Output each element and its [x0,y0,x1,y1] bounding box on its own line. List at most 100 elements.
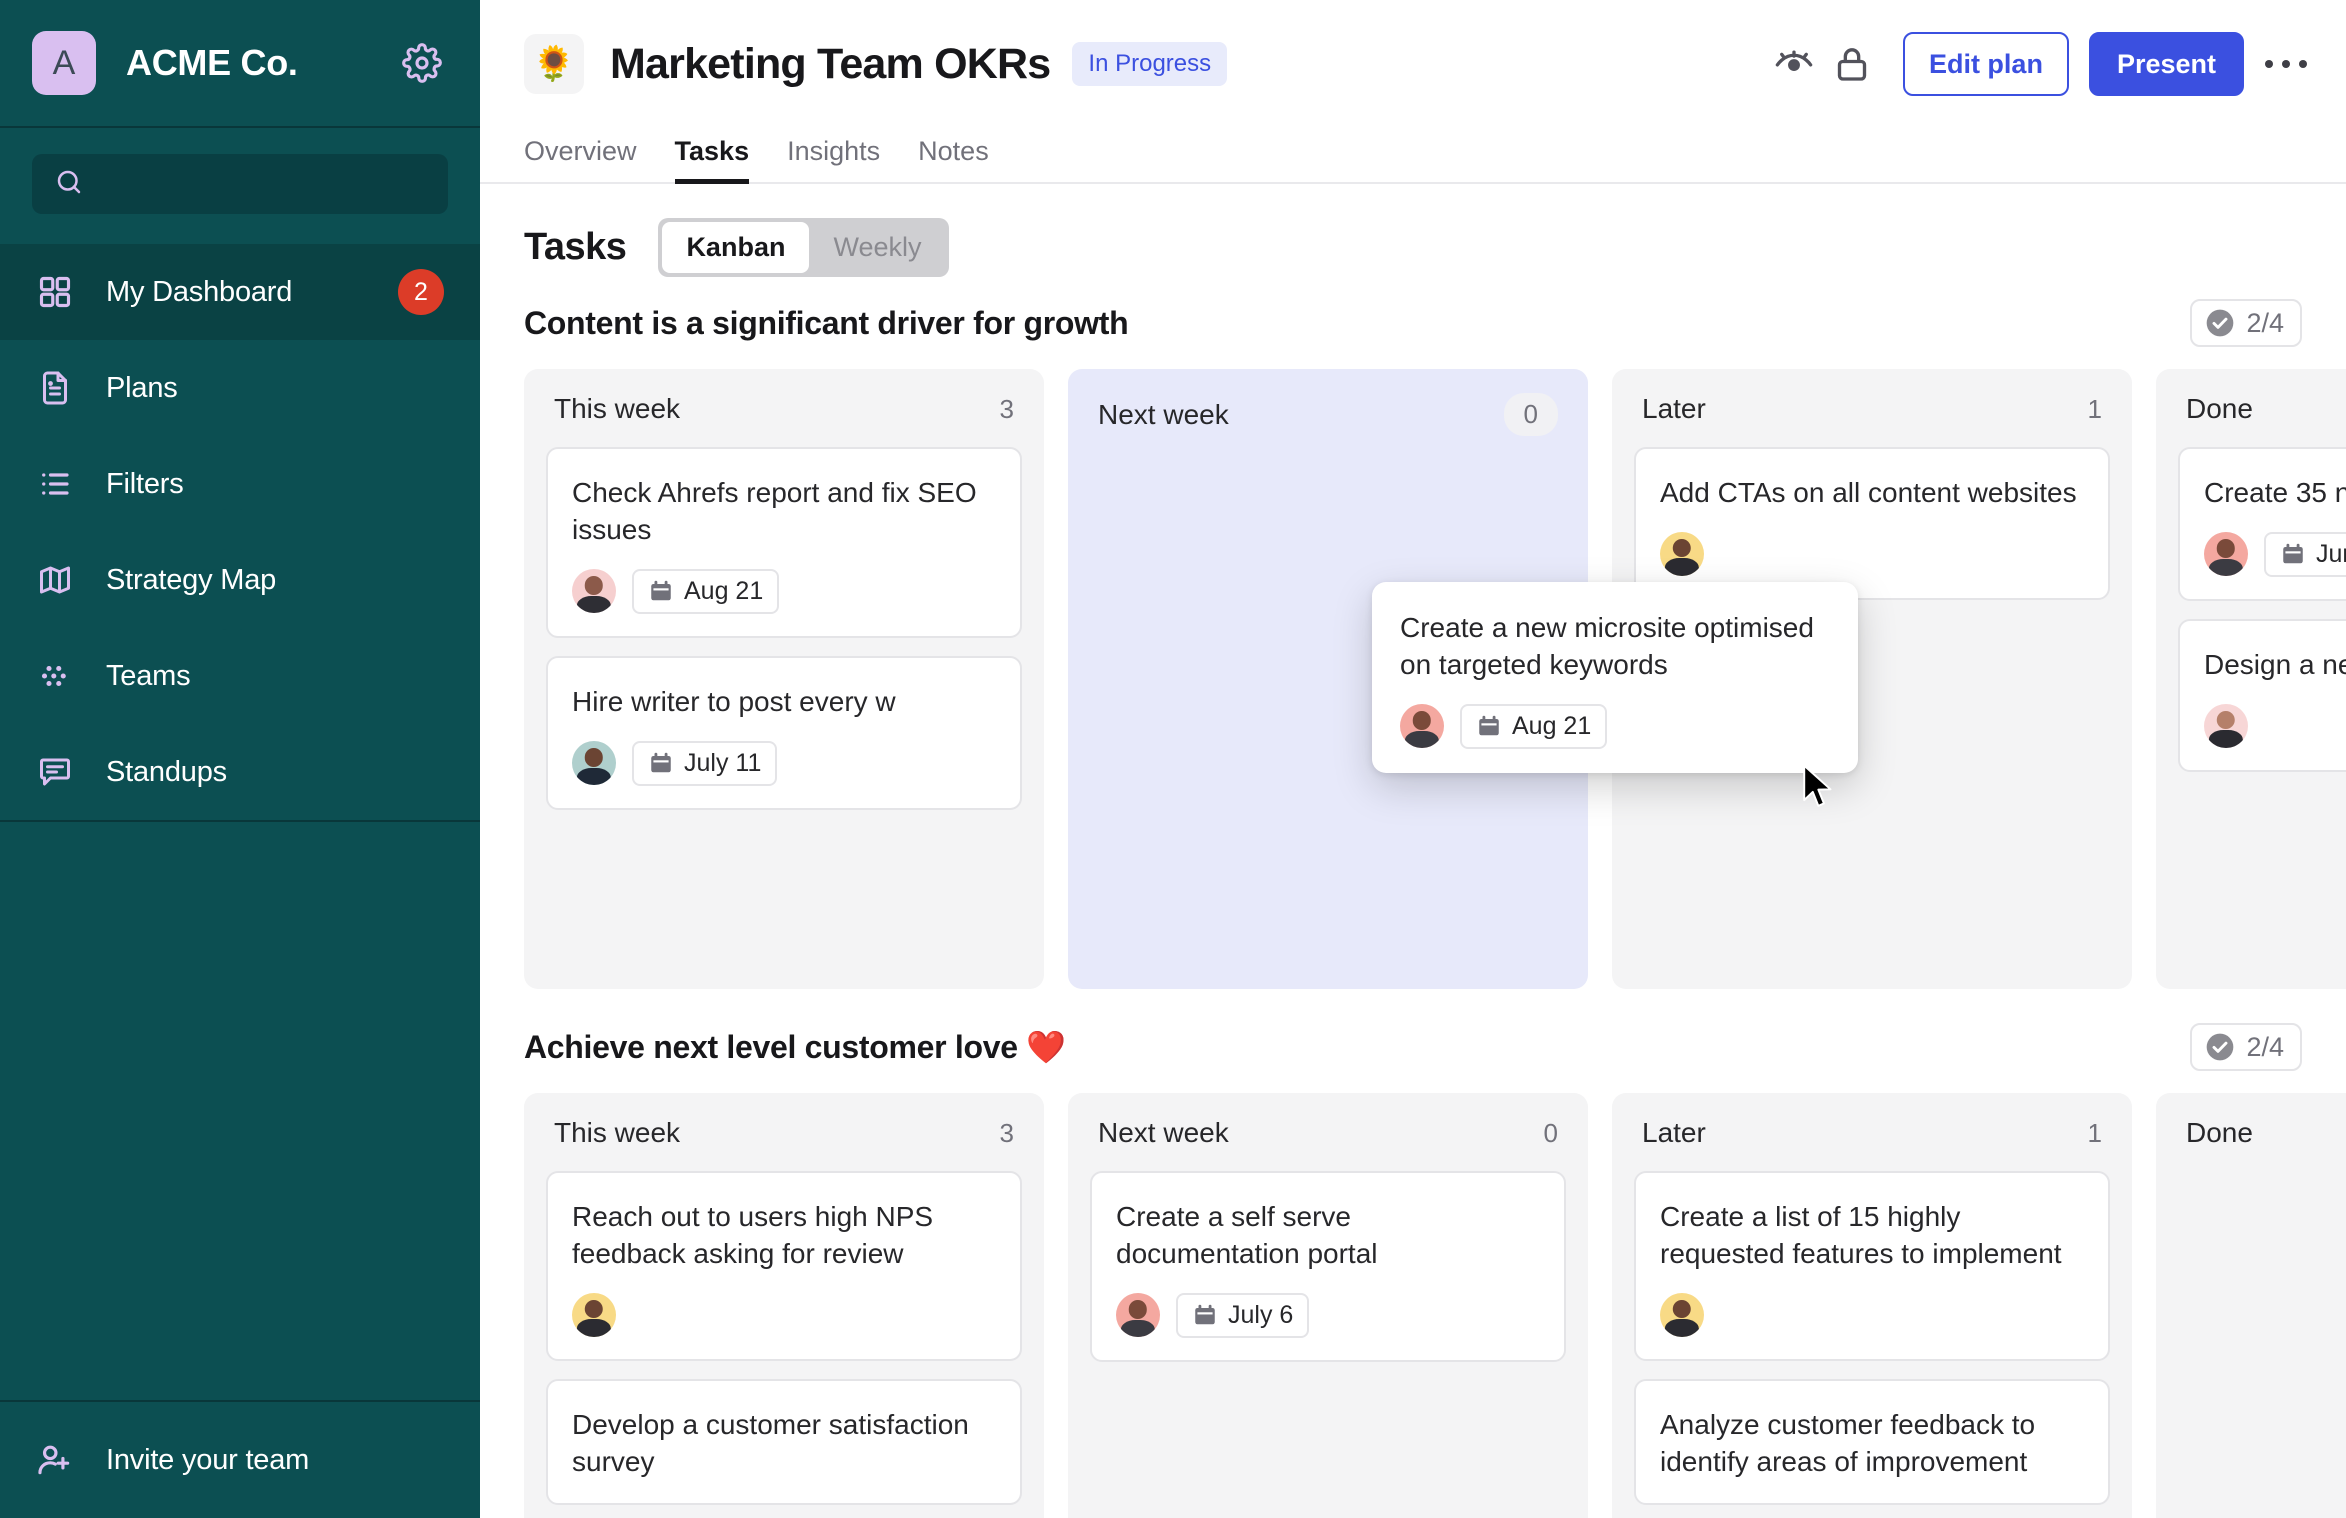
task-title: Design a new [2204,648,2346,680]
task-due-date[interactable]: July 11 [632,740,778,786]
eye-icon[interactable] [1765,35,1823,93]
check-circle-icon [2204,1031,2236,1063]
task-card[interactable]: Create 35 new for design tea June 17 [2178,447,2346,601]
tab-overview[interactable]: Overview [524,136,637,184]
sidebar-search-wrap [0,128,480,244]
sidebar-item-label: My Dashboard [106,275,293,308]
edit-plan-button[interactable]: Edit plan [1902,32,2069,96]
task-title: Analyze customer feedback to identify ar… [1660,1408,2036,1477]
search-input[interactable] [100,170,426,198]
column-title: Later [1642,1117,1706,1148]
tasks-heading: Tasks [524,226,627,268]
view-option-weekly[interactable]: Weekly [809,222,945,273]
tab-notes[interactable]: Notes [918,136,989,184]
task-card[interactable]: Hire writer to post every w July 11 [546,655,1022,810]
task-card[interactable]: Analyze customer feedback to identify ar… [1634,1378,2110,1505]
task-card[interactable]: Create a list of 15 highly requested fea… [1634,1171,2110,1361]
column-count: 0 [1503,393,1558,436]
sidebar-item-label: Filters [106,467,184,500]
task-due-date[interactable]: Aug 21 [632,568,780,614]
kanban-column-done[interactable]: Done Create 35 new for design tea [2156,369,2346,989]
tab-insights[interactable]: Insights [787,136,880,184]
kanban-column-next-week[interactable]: Next week 0 Create a self serve document… [1068,1093,1588,1518]
avatar [572,569,616,614]
task-card[interactable]: Create a self serve documentation portal [1090,1171,1566,1362]
task-card[interactable]: Add CTAs on all content websites [1634,447,2110,600]
avatar [1116,1293,1160,1338]
column-count: 3 [999,393,1014,424]
calendar-icon [648,750,674,776]
column-header: Done [2178,393,2346,425]
avatar [2204,703,2248,748]
task-due-date-text: Aug 21 [684,576,764,605]
present-button[interactable]: Present [2088,32,2244,96]
sidebar-item-plans[interactable]: Plans [0,340,480,436]
task-title: Check Ahrefs report and fix SEO issues [572,477,977,545]
user-plus-icon [32,1441,78,1479]
task-due-date[interactable]: Aug 21 [1460,703,1608,749]
column-header: Done [2178,1117,2346,1149]
kanban-column-this-week[interactable]: This week 3 Reach out to users high NPS … [524,1093,1044,1518]
kanban-columns: This week 3 Reach out to users high NPS … [524,1093,2346,1518]
task-due-date-text: Aug 21 [1512,711,1592,740]
org-avatar: A [32,31,96,95]
check-circle-icon [2204,307,2236,339]
objective-progress-text: 2/4 [2246,1031,2284,1062]
column-count: 1 [2087,393,2102,424]
kanban-column-later[interactable]: Later 1 Create a list of 15 highly reque… [1612,1093,2132,1518]
list-icon [32,466,78,502]
task-card[interactable]: Design a new [2178,618,2346,772]
column-count: 3 [999,1117,1014,1148]
lock-icon[interactable] [1823,35,1881,93]
sidebar-item-strategy-map[interactable]: Strategy Map [0,532,480,628]
dragged-task-card[interactable]: Create a new microsite optimised on targ… [1372,582,1858,773]
sidebar-item-label: Plans [106,371,178,404]
task-meta: June 17 [2204,531,2346,577]
task-meta [2204,703,2346,748]
plan-tabs: Overview Tasks Insights Notes [480,128,2346,184]
task-card[interactable]: Develop a customer satisfaction survey [546,1378,1022,1505]
column-title: This week [554,393,681,424]
task-title: Create 35 new for design tea [2204,477,2346,508]
task-meta: July 6 [1116,1292,1540,1338]
task-due-date-text: July 11 [684,748,762,777]
kanban-column-this-week[interactable]: This week 3 Check Ahrefs report and fix … [524,369,1044,989]
sidebar-item-teams[interactable]: Teams [0,628,480,724]
task-meta: Aug 21 [572,568,996,614]
column-title: Done [2186,393,2253,424]
invite-team-button[interactable]: Invite your team [0,1400,480,1518]
task-card[interactable]: Check Ahrefs report and fix SEO issues A… [546,447,1022,638]
sidebar-item-my-dashboard[interactable]: My Dashboard 2 [0,244,480,340]
tab-tasks[interactable]: Tasks [674,136,750,184]
column-title: Done [2186,1117,2253,1148]
kanban-board: Content is a significant driver for grow… [480,299,2346,1518]
mouse-pointer-icon [1802,764,1836,815]
ellipsis-icon[interactable] [2256,35,2316,93]
view-option-kanban[interactable]: Kanban [662,222,810,273]
task-title: Add CTAs on all content websites [1660,477,2077,508]
task-due-date-text: July 6 [1228,1300,1294,1329]
task-title: Create a list of 15 highly requested fea… [1660,1201,2062,1269]
chat-icon [32,754,78,790]
objective-title: Content is a significant driver for grow… [524,304,1129,341]
column-title: Next week [1098,398,1229,430]
objective-title: Achieve next level customer love ❤️ [524,1029,1066,1065]
task-title: Develop a customer satisfaction survey [572,1408,969,1477]
column-header: Next week 0 [1090,1117,1566,1149]
sidebar-item-standups[interactable]: Standups [0,724,480,820]
task-due-date[interactable]: June 17 [2264,531,2346,577]
column-header: This week 3 [546,1117,1022,1149]
objective-header: Achieve next level customer love ❤️ 2/4 [524,1023,2346,1071]
org-name: ACME Co. [126,42,298,83]
main-content: 🌻 Marketing Team OKRs In Progress Edit p… [480,0,2346,1518]
teams-dots-icon [32,658,78,694]
objective-header: Content is a significant driver for grow… [524,299,2346,347]
task-meta [1660,531,2084,576]
task-due-date[interactable]: July 6 [1176,1292,1310,1338]
sidebar-item-filters[interactable]: Filters [0,436,480,532]
avatar [2204,532,2248,577]
kanban-column-done[interactable]: Done [2156,1093,2346,1518]
gear-icon[interactable] [400,41,444,85]
search-box[interactable] [32,154,448,214]
task-card[interactable]: Reach out to users high NPS feedback ask… [546,1171,1022,1361]
